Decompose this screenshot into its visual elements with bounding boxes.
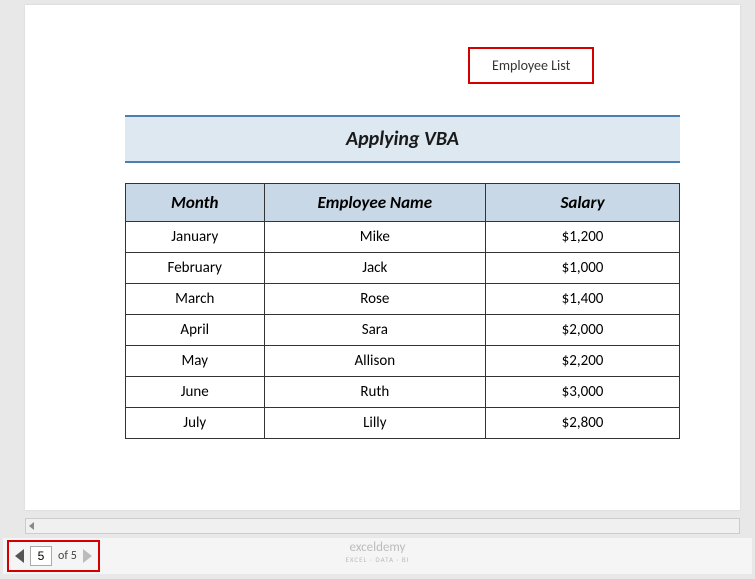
table-header-row: Month Employee Name Salary — [126, 184, 680, 222]
cell-name: Lilly — [264, 408, 486, 439]
cell-salary: $2,200 — [486, 346, 680, 377]
cell-name: Ruth — [264, 377, 486, 408]
page-title: Applying VBA — [125, 115, 680, 163]
cell-month: January — [126, 222, 265, 253]
employee-table: Month Employee Name Salary JanuaryMike$1… — [125, 183, 680, 439]
cell-month: February — [126, 253, 265, 284]
scroll-left-icon — [29, 522, 34, 530]
header-name: Employee Name — [264, 184, 486, 222]
watermark-main: exceldemy — [345, 540, 409, 555]
status-bar: of 5 exceldemy EXCEL · DATA · BI — [3, 538, 752, 574]
cell-salary: $3,000 — [486, 377, 680, 408]
cell-name: Sara — [264, 315, 486, 346]
table-row: MayAllison$2,200 — [126, 346, 680, 377]
table-row: MarchRose$1,400 — [126, 284, 680, 315]
page-count-label: of 5 — [58, 549, 77, 563]
cell-month: April — [126, 315, 265, 346]
header-title-box: Employee List — [468, 47, 594, 84]
header-title: Employee List — [492, 57, 570, 74]
table-row: FebruaryJack$1,000 — [126, 253, 680, 284]
cell-month: May — [126, 346, 265, 377]
print-preview-page: Employee List Applying VBA Month Employe… — [25, 5, 740, 510]
page-number-input[interactable] — [30, 546, 52, 566]
header-month: Month — [126, 184, 265, 222]
cell-salary: $2,800 — [486, 408, 680, 439]
cell-salary: $1,400 — [486, 284, 680, 315]
page-navigator: of 5 — [7, 540, 100, 572]
cell-month: July — [126, 408, 265, 439]
cell-month: June — [126, 377, 265, 408]
watermark-sub: EXCEL · DATA · BI — [345, 555, 409, 564]
table-row: JulyLilly$2,800 — [126, 408, 680, 439]
cell-salary: $1,200 — [486, 222, 680, 253]
next-page-button[interactable] — [83, 549, 92, 563]
cell-name: Mike — [264, 222, 486, 253]
cell-salary: $1,000 — [486, 253, 680, 284]
table-row: AprilSara$2,000 — [126, 315, 680, 346]
cell-name: Rose — [264, 284, 486, 315]
watermark: exceldemy EXCEL · DATA · BI — [345, 540, 409, 564]
horizontal-scrollbar[interactable] — [25, 518, 740, 534]
cell-name: Allison — [264, 346, 486, 377]
header-salary: Salary — [486, 184, 680, 222]
table-row: JuneRuth$3,000 — [126, 377, 680, 408]
cell-salary: $2,000 — [486, 315, 680, 346]
table-row: JanuaryMike$1,200 — [126, 222, 680, 253]
prev-page-button[interactable] — [15, 549, 24, 563]
cell-month: March — [126, 284, 265, 315]
cell-name: Jack — [264, 253, 486, 284]
content-area: Applying VBA Month Employee Name Salary … — [125, 115, 680, 439]
